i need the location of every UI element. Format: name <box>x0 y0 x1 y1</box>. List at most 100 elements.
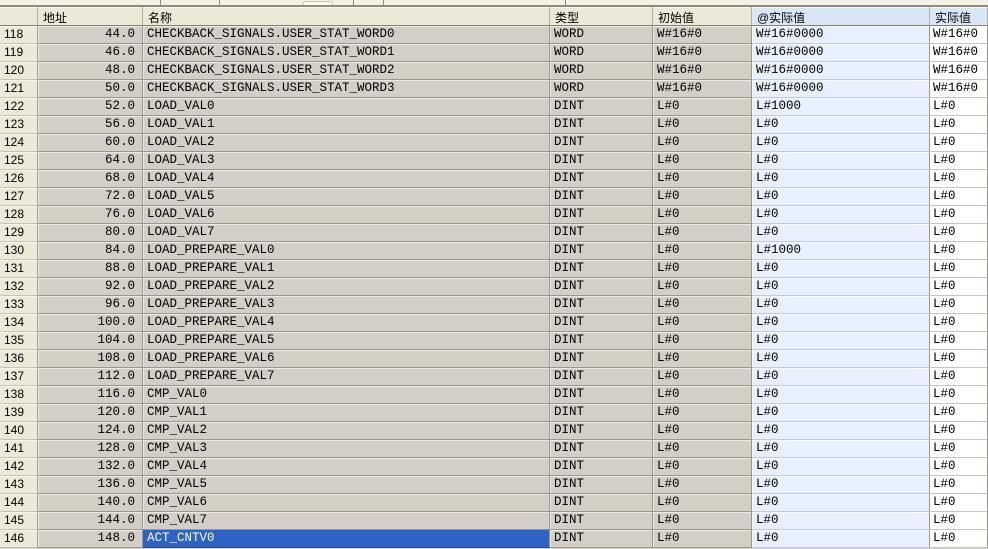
row-number-cell[interactable]: 138 <box>0 386 38 404</box>
monitor-value-cell[interactable]: L#0 <box>752 458 930 476</box>
type-cell[interactable]: DINT <box>550 422 653 440</box>
row-number-cell[interactable]: 124 <box>0 134 38 152</box>
name-cell[interactable]: CMP_VAL7 <box>143 512 550 530</box>
name-cell[interactable]: CMP_VAL1 <box>143 404 550 422</box>
row-number-cell[interactable]: 129 <box>0 224 38 242</box>
type-cell[interactable]: DINT <box>550 476 653 494</box>
name-cell[interactable]: CMP_VAL4 <box>143 458 550 476</box>
initial-value-cell[interactable]: L#0 <box>653 206 752 224</box>
type-cell[interactable]: DINT <box>550 404 653 422</box>
row-number-cell[interactable]: 143 <box>0 476 38 494</box>
monitor-value-cell[interactable]: L#0 <box>752 386 930 404</box>
address-cell[interactable]: 132.0 <box>38 458 143 476</box>
initial-value-cell[interactable]: L#0 <box>653 224 752 242</box>
row-number-cell[interactable]: 118 <box>0 26 38 44</box>
name-cell[interactable]: LOAD_PREPARE_VAL7 <box>143 368 550 386</box>
type-cell[interactable]: DINT <box>550 170 653 188</box>
monitor-value-cell[interactable]: L#0 <box>752 422 930 440</box>
type-cell[interactable]: WORD <box>550 80 653 98</box>
row-number-cell[interactable]: 123 <box>0 116 38 134</box>
row-number-cell[interactable]: 130 <box>0 242 38 260</box>
type-cell[interactable]: DINT <box>550 296 653 314</box>
name-cell[interactable]: LOAD_VAL4 <box>143 170 550 188</box>
row-number-cell[interactable]: 127 <box>0 188 38 206</box>
actual-value-cell[interactable]: L#0 <box>930 422 988 440</box>
actual-value-cell[interactable]: L#0 <box>930 332 988 350</box>
actual-value-cell[interactable]: L#0 <box>930 152 988 170</box>
address-cell[interactable]: 84.0 <box>38 242 143 260</box>
name-cell[interactable]: LOAD_PREPARE_VAL2 <box>143 278 550 296</box>
type-cell[interactable]: DINT <box>550 530 653 548</box>
column-header-initial-value[interactable]: 初始值 <box>653 7 752 26</box>
address-cell[interactable]: 50.0 <box>38 80 143 98</box>
monitor-value-cell[interactable]: W#16#0000 <box>752 26 930 44</box>
type-cell[interactable]: DINT <box>550 368 653 386</box>
row-number-cell[interactable]: 119 <box>0 44 38 62</box>
address-cell[interactable]: 80.0 <box>38 224 143 242</box>
column-header-name[interactable]: 名称 <box>143 7 550 26</box>
initial-value-cell[interactable]: L#0 <box>653 422 752 440</box>
name-cell[interactable]: LOAD_VAL0 <box>143 98 550 116</box>
initial-value-cell[interactable]: L#0 <box>653 314 752 332</box>
initial-value-cell[interactable]: L#0 <box>653 242 752 260</box>
name-cell[interactable]: LOAD_PREPARE_VAL6 <box>143 350 550 368</box>
monitor-value-cell[interactable]: L#0 <box>752 134 930 152</box>
initial-value-cell[interactable]: L#0 <box>653 368 752 386</box>
row-number-cell[interactable]: 120 <box>0 62 38 80</box>
monitor-value-cell[interactable]: L#0 <box>752 332 930 350</box>
type-cell[interactable]: WORD <box>550 44 653 62</box>
address-cell[interactable]: 44.0 <box>38 26 143 44</box>
type-cell[interactable]: DINT <box>550 116 653 134</box>
type-cell[interactable]: DINT <box>550 278 653 296</box>
monitor-value-cell[interactable]: L#0 <box>752 116 930 134</box>
row-number-cell[interactable]: 135 <box>0 332 38 350</box>
column-header-actual-value[interactable]: 实际值 <box>930 7 988 26</box>
initial-value-cell[interactable]: L#0 <box>653 98 752 116</box>
column-header-type[interactable]: 类型 <box>550 7 653 26</box>
name-cell[interactable]: LOAD_VAL5 <box>143 188 550 206</box>
name-cell[interactable]: CMP_VAL3 <box>143 440 550 458</box>
type-cell[interactable]: DINT <box>550 188 653 206</box>
row-number-cell[interactable]: 134 <box>0 314 38 332</box>
actual-value-cell[interactable]: L#0 <box>930 296 988 314</box>
type-cell[interactable]: WORD <box>550 62 653 80</box>
monitor-value-cell[interactable]: L#0 <box>752 476 930 494</box>
initial-value-cell[interactable]: L#0 <box>653 278 752 296</box>
actual-value-cell[interactable]: W#16#0 <box>930 80 988 98</box>
row-number-cell[interactable]: 128 <box>0 206 38 224</box>
address-cell[interactable]: 144.0 <box>38 512 143 530</box>
address-cell[interactable]: 128.0 <box>38 440 143 458</box>
initial-value-cell[interactable]: L#0 <box>653 440 752 458</box>
name-cell[interactable]: LOAD_PREPARE_VAL3 <box>143 296 550 314</box>
type-cell[interactable]: DINT <box>550 260 653 278</box>
row-number-cell[interactable]: 132 <box>0 278 38 296</box>
initial-value-cell[interactable]: L#0 <box>653 170 752 188</box>
initial-value-cell[interactable]: L#0 <box>653 350 752 368</box>
row-number-cell[interactable]: 137 <box>0 368 38 386</box>
address-cell[interactable]: 112.0 <box>38 368 143 386</box>
name-cell[interactable]: LOAD_VAL6 <box>143 206 550 224</box>
address-cell[interactable]: 60.0 <box>38 134 143 152</box>
column-header-monitor-value[interactable]: @实际值 <box>752 7 930 26</box>
initial-value-cell[interactable]: L#0 <box>653 134 752 152</box>
name-cell[interactable]: LOAD_VAL1 <box>143 116 550 134</box>
address-cell[interactable]: 68.0 <box>38 170 143 188</box>
monitor-value-cell[interactable]: L#0 <box>752 314 930 332</box>
monitor-value-cell[interactable]: L#0 <box>752 278 930 296</box>
row-number-cell[interactable]: 121 <box>0 80 38 98</box>
monitor-value-cell[interactable]: L#0 <box>752 296 930 314</box>
address-cell[interactable]: 120.0 <box>38 404 143 422</box>
actual-value-cell[interactable]: L#0 <box>930 260 988 278</box>
row-number-cell[interactable]: 126 <box>0 170 38 188</box>
initial-value-cell[interactable]: L#0 <box>653 116 752 134</box>
name-cell[interactable]: ACT_CNTV0 <box>143 530 550 548</box>
actual-value-cell[interactable]: L#0 <box>930 368 988 386</box>
address-cell[interactable]: 104.0 <box>38 332 143 350</box>
initial-value-cell[interactable]: L#0 <box>653 404 752 422</box>
actual-value-cell[interactable]: L#0 <box>930 476 988 494</box>
monitor-value-cell[interactable]: L#0 <box>752 512 930 530</box>
initial-value-cell[interactable]: L#0 <box>653 512 752 530</box>
initial-value-cell[interactable]: W#16#0 <box>653 62 752 80</box>
actual-value-cell[interactable]: L#0 <box>930 386 988 404</box>
address-cell[interactable]: 148.0 <box>38 530 143 548</box>
